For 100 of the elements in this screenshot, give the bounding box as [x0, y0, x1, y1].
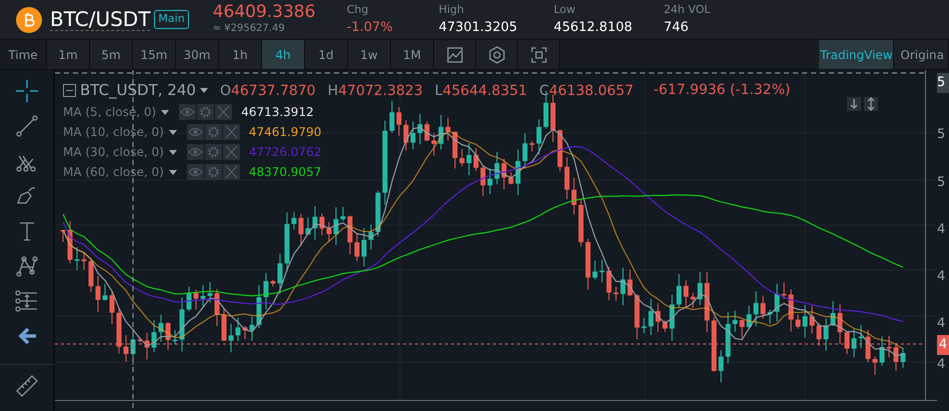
bitcoin-icon	[16, 6, 42, 32]
indicator-label[interactable]: MA (60, close, 0)	[63, 163, 164, 181]
interval-tab[interactable]: 15m	[133, 40, 176, 69]
candlestick	[480, 164, 486, 196]
candlestick	[152, 320, 156, 352]
candlestick	[334, 206, 338, 246]
candlestick	[424, 121, 430, 142]
interval-tab[interactable]: 1m	[47, 40, 90, 69]
candlestick	[550, 94, 556, 143]
collapse-icon[interactable]	[63, 84, 76, 96]
candlestick	[564, 156, 570, 200]
interval-tab[interactable]: 1d	[305, 40, 348, 69]
indicator-label[interactable]: MA (10, close, 0)	[63, 123, 164, 141]
interval-tab[interactable]: 1M	[391, 40, 434, 69]
last-price: 46409.3386	[212, 4, 316, 20]
candlestick	[648, 298, 654, 336]
axis-label: 5	[937, 73, 949, 92]
indicator-label[interactable]: MA (30, close, 0)	[63, 143, 164, 161]
close-icon[interactable]	[222, 124, 240, 140]
axis-label: 4	[937, 221, 946, 239]
candlestick	[166, 322, 170, 350]
candlestick	[410, 121, 416, 150]
settings-icon[interactable]	[197, 104, 214, 120]
measure-icon[interactable]	[14, 288, 40, 314]
tool-button[interactable]	[518, 40, 560, 69]
scroll-down-icon[interactable]	[847, 97, 861, 111]
candlestick	[838, 304, 842, 344]
candlestick	[732, 310, 738, 332]
eye-icon[interactable]	[186, 164, 204, 180]
candlestick	[768, 309, 772, 324]
candlestick	[830, 300, 836, 327]
main-badge: Main	[154, 10, 189, 29]
candlestick	[530, 140, 534, 152]
candlestick	[880, 336, 884, 366]
close-icon[interactable]	[222, 144, 240, 160]
candlestick	[74, 246, 80, 271]
candlestick	[690, 292, 696, 309]
candlestick	[214, 288, 220, 327]
candlestick	[740, 319, 744, 338]
candlestick	[172, 330, 178, 346]
candlestick	[614, 286, 618, 302]
caret-icon[interactable]	[200, 88, 208, 92]
interval-tab[interactable]: 4h	[262, 40, 305, 69]
eye-icon[interactable]	[186, 144, 204, 160]
candlestick	[712, 316, 716, 372]
candlestick	[536, 118, 542, 155]
close-icon[interactable]	[215, 104, 232, 120]
tool-button[interactable]	[434, 40, 476, 69]
candlestick	[326, 222, 332, 242]
candlestick	[676, 274, 682, 308]
candlestick	[110, 290, 114, 325]
candlestick	[396, 106, 402, 136]
stat-label: Low	[554, 2, 576, 18]
line-tool-icon[interactable]	[14, 113, 40, 139]
candlestick	[376, 190, 380, 237]
interval-tab[interactable]: 1h	[219, 40, 262, 69]
indicator-label[interactable]: MA (5, close, 0)	[63, 103, 156, 121]
candlestick	[810, 305, 814, 334]
candlestick	[390, 100, 394, 134]
interval-tab[interactable]: 1w	[348, 40, 391, 69]
crosshair-icon[interactable]	[14, 78, 40, 104]
axis-label: 4	[937, 356, 946, 374]
candlestick	[886, 335, 892, 358]
close-icon[interactable]	[222, 164, 240, 180]
settings-icon	[488, 46, 506, 64]
view-tab[interactable]: Origina	[894, 40, 949, 69]
caret-icon[interactable]	[168, 150, 177, 154]
axis-label: 4	[937, 315, 946, 333]
settings-icon[interactable]	[204, 144, 222, 160]
ruler-icon[interactable]	[14, 373, 40, 399]
settings-icon[interactable]	[204, 164, 222, 180]
candlestick	[788, 288, 794, 332]
ohlc-key: H	[328, 83, 338, 99]
eye-icon[interactable]	[186, 124, 204, 140]
scale-icon[interactable]	[864, 97, 878, 111]
price-change: -617.9936 (-1.32%)	[654, 80, 790, 100]
tool-button[interactable]	[476, 40, 518, 69]
candlestick	[578, 198, 584, 248]
indicator-value: 47461.9790	[248, 124, 322, 141]
candlestick	[802, 304, 808, 338]
candlestick	[782, 282, 786, 300]
indicator-value: 47726.0762	[248, 144, 322, 161]
candlestick	[292, 212, 296, 230]
symbol-label[interactable]: BTC_USDT, 240	[80, 78, 196, 102]
stat-label: 24h VOL	[664, 2, 712, 18]
candlestick	[418, 113, 422, 145]
caret-icon[interactable]	[168, 130, 177, 134]
caret-icon[interactable]	[168, 170, 177, 174]
candlestick	[634, 294, 640, 340]
candlestick	[474, 148, 478, 172]
settings-icon[interactable]	[204, 124, 222, 140]
interval-tab[interactable]: 5m	[90, 40, 133, 69]
stat-value: 47301.3205	[438, 19, 518, 37]
stat-value: 45612.8108	[554, 19, 634, 37]
candlestick	[852, 328, 856, 358]
view-tab[interactable]: TradingView	[819, 40, 894, 69]
interval-tab[interactable]: 30m	[176, 40, 219, 69]
caret-icon[interactable]	[161, 110, 170, 114]
eye-icon[interactable]	[179, 104, 196, 120]
candlestick	[278, 253, 282, 294]
